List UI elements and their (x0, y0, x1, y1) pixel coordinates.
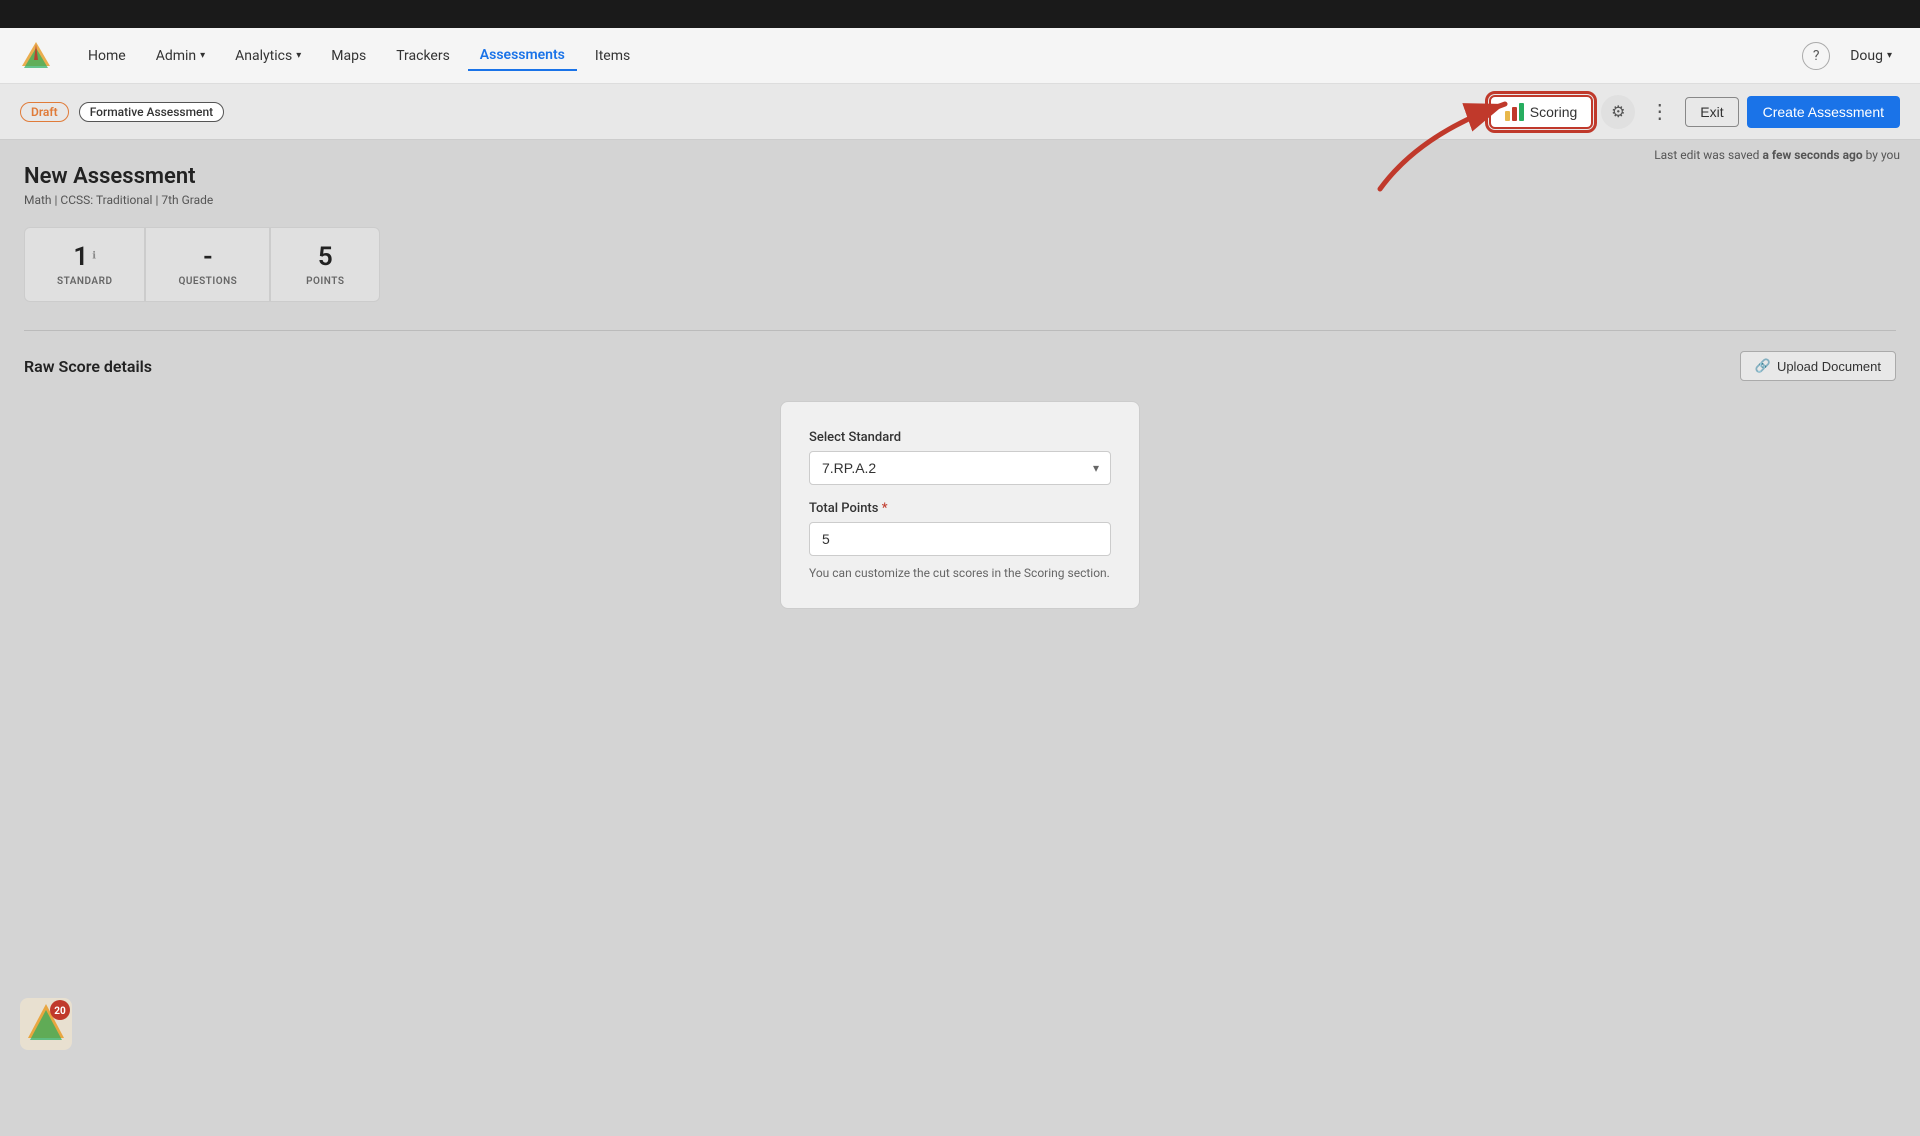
upload-document-button[interactable]: 🔗 Upload Document (1740, 351, 1896, 381)
nav-assessments[interactable]: Assessments (468, 41, 577, 71)
sub-toolbar: Draft Formative Assessment Scoring ⚙ ⋮ E… (0, 84, 1920, 140)
bar2 (1512, 107, 1517, 121)
total-points-label: Total Points * (809, 501, 1111, 516)
stat-questions: - QUESTIONS (145, 227, 270, 302)
admin-chevron-icon: ▾ (200, 50, 205, 61)
stat-standard-value: 1 ℹ (57, 242, 112, 272)
scoring-label: Scoring (1530, 104, 1577, 120)
nav-analytics[interactable]: Analytics ▾ (223, 42, 313, 70)
assessment-subtitle: Math | CCSS: Traditional | 7th Grade (24, 193, 1896, 207)
bar3 (1519, 103, 1524, 121)
scoring-bars-icon (1505, 103, 1524, 121)
stat-standard: 1 ℹ STANDARD (24, 227, 145, 302)
nav-items[interactable]: Items (583, 42, 642, 70)
required-indicator: * (882, 501, 888, 516)
nav-maps[interactable]: Maps (319, 42, 378, 70)
stat-points-value: 5 (303, 242, 347, 272)
nav-trackers[interactable]: Trackers (384, 42, 462, 70)
stat-points-label: POINTS (303, 276, 347, 287)
main-content: New Assessment Math | CCSS: Traditional … (0, 140, 1920, 633)
assessment-title: New Assessment (24, 164, 1896, 189)
total-points-input[interactable] (809, 522, 1111, 556)
info-icon[interactable]: ℹ (92, 251, 96, 262)
last-saved-text: Last edit was saved a few seconds ago by… (1654, 148, 1900, 162)
nav-admin[interactable]: Admin ▾ (144, 42, 217, 70)
nav-links: Home Admin ▾ Analytics ▾ Maps Trackers A… (76, 41, 1802, 71)
help-icon[interactable]: ? (1802, 42, 1830, 70)
user-name: Doug (1850, 48, 1883, 64)
nav-home[interactable]: Home (76, 42, 138, 70)
form-hint: You can customize the cut scores in the … (809, 566, 1111, 580)
more-options-button[interactable]: ⋮ (1643, 95, 1677, 129)
user-chevron-icon: ▾ (1887, 50, 1892, 61)
stat-questions-value: - (178, 242, 237, 272)
section-divider (24, 330, 1896, 331)
user-menu[interactable]: Doug ▾ (1842, 44, 1900, 68)
svg-text:20: 20 (54, 1006, 66, 1017)
create-assessment-button[interactable]: Create Assessment (1747, 96, 1900, 128)
raw-score-title: Raw Score details (24, 357, 152, 376)
form-card: Select Standard 7.RP.A.2 ▾ Total Points … (780, 401, 1140, 609)
stat-questions-label: QUESTIONS (178, 276, 237, 287)
settings-button[interactable]: ⚙ (1601, 95, 1635, 129)
formative-badge[interactable]: Formative Assessment (79, 102, 224, 122)
analytics-chevron-icon: ▾ (296, 50, 301, 61)
app-logo[interactable] (20, 40, 52, 72)
raw-score-header: Raw Score details 🔗 Upload Document (24, 351, 1896, 381)
stats-row: 1 ℹ STANDARD - QUESTIONS 5 POINTS (24, 227, 1896, 302)
more-icon: ⋮ (1650, 99, 1671, 124)
select-standard-input[interactable]: 7.RP.A.2 (809, 451, 1111, 485)
select-standard-wrapper: 7.RP.A.2 ▾ (809, 451, 1111, 485)
navbar: Home Admin ▾ Analytics ▾ Maps Trackers A… (0, 28, 1920, 84)
upload-icon: 🔗 (1755, 358, 1771, 374)
gear-icon: ⚙ (1611, 102, 1625, 122)
toolbar-right: Scoring ⚙ ⋮ Exit Create Assessment (1489, 95, 1900, 129)
top-bar (0, 0, 1920, 28)
content-area: New Assessment Math | CCSS: Traditional … (0, 140, 1920, 1136)
bar1 (1505, 111, 1510, 121)
stat-standard-label: STANDARD (57, 276, 112, 287)
draft-badge[interactable]: Draft (20, 102, 69, 122)
exit-button[interactable]: Exit (1685, 97, 1738, 127)
stat-points: 5 POINTS (270, 227, 380, 302)
nav-right: ? Doug ▾ (1802, 42, 1900, 70)
app-badge[interactable]: 20 (20, 998, 72, 1050)
scoring-button[interactable]: Scoring (1489, 95, 1593, 129)
select-standard-label: Select Standard (809, 430, 1111, 445)
